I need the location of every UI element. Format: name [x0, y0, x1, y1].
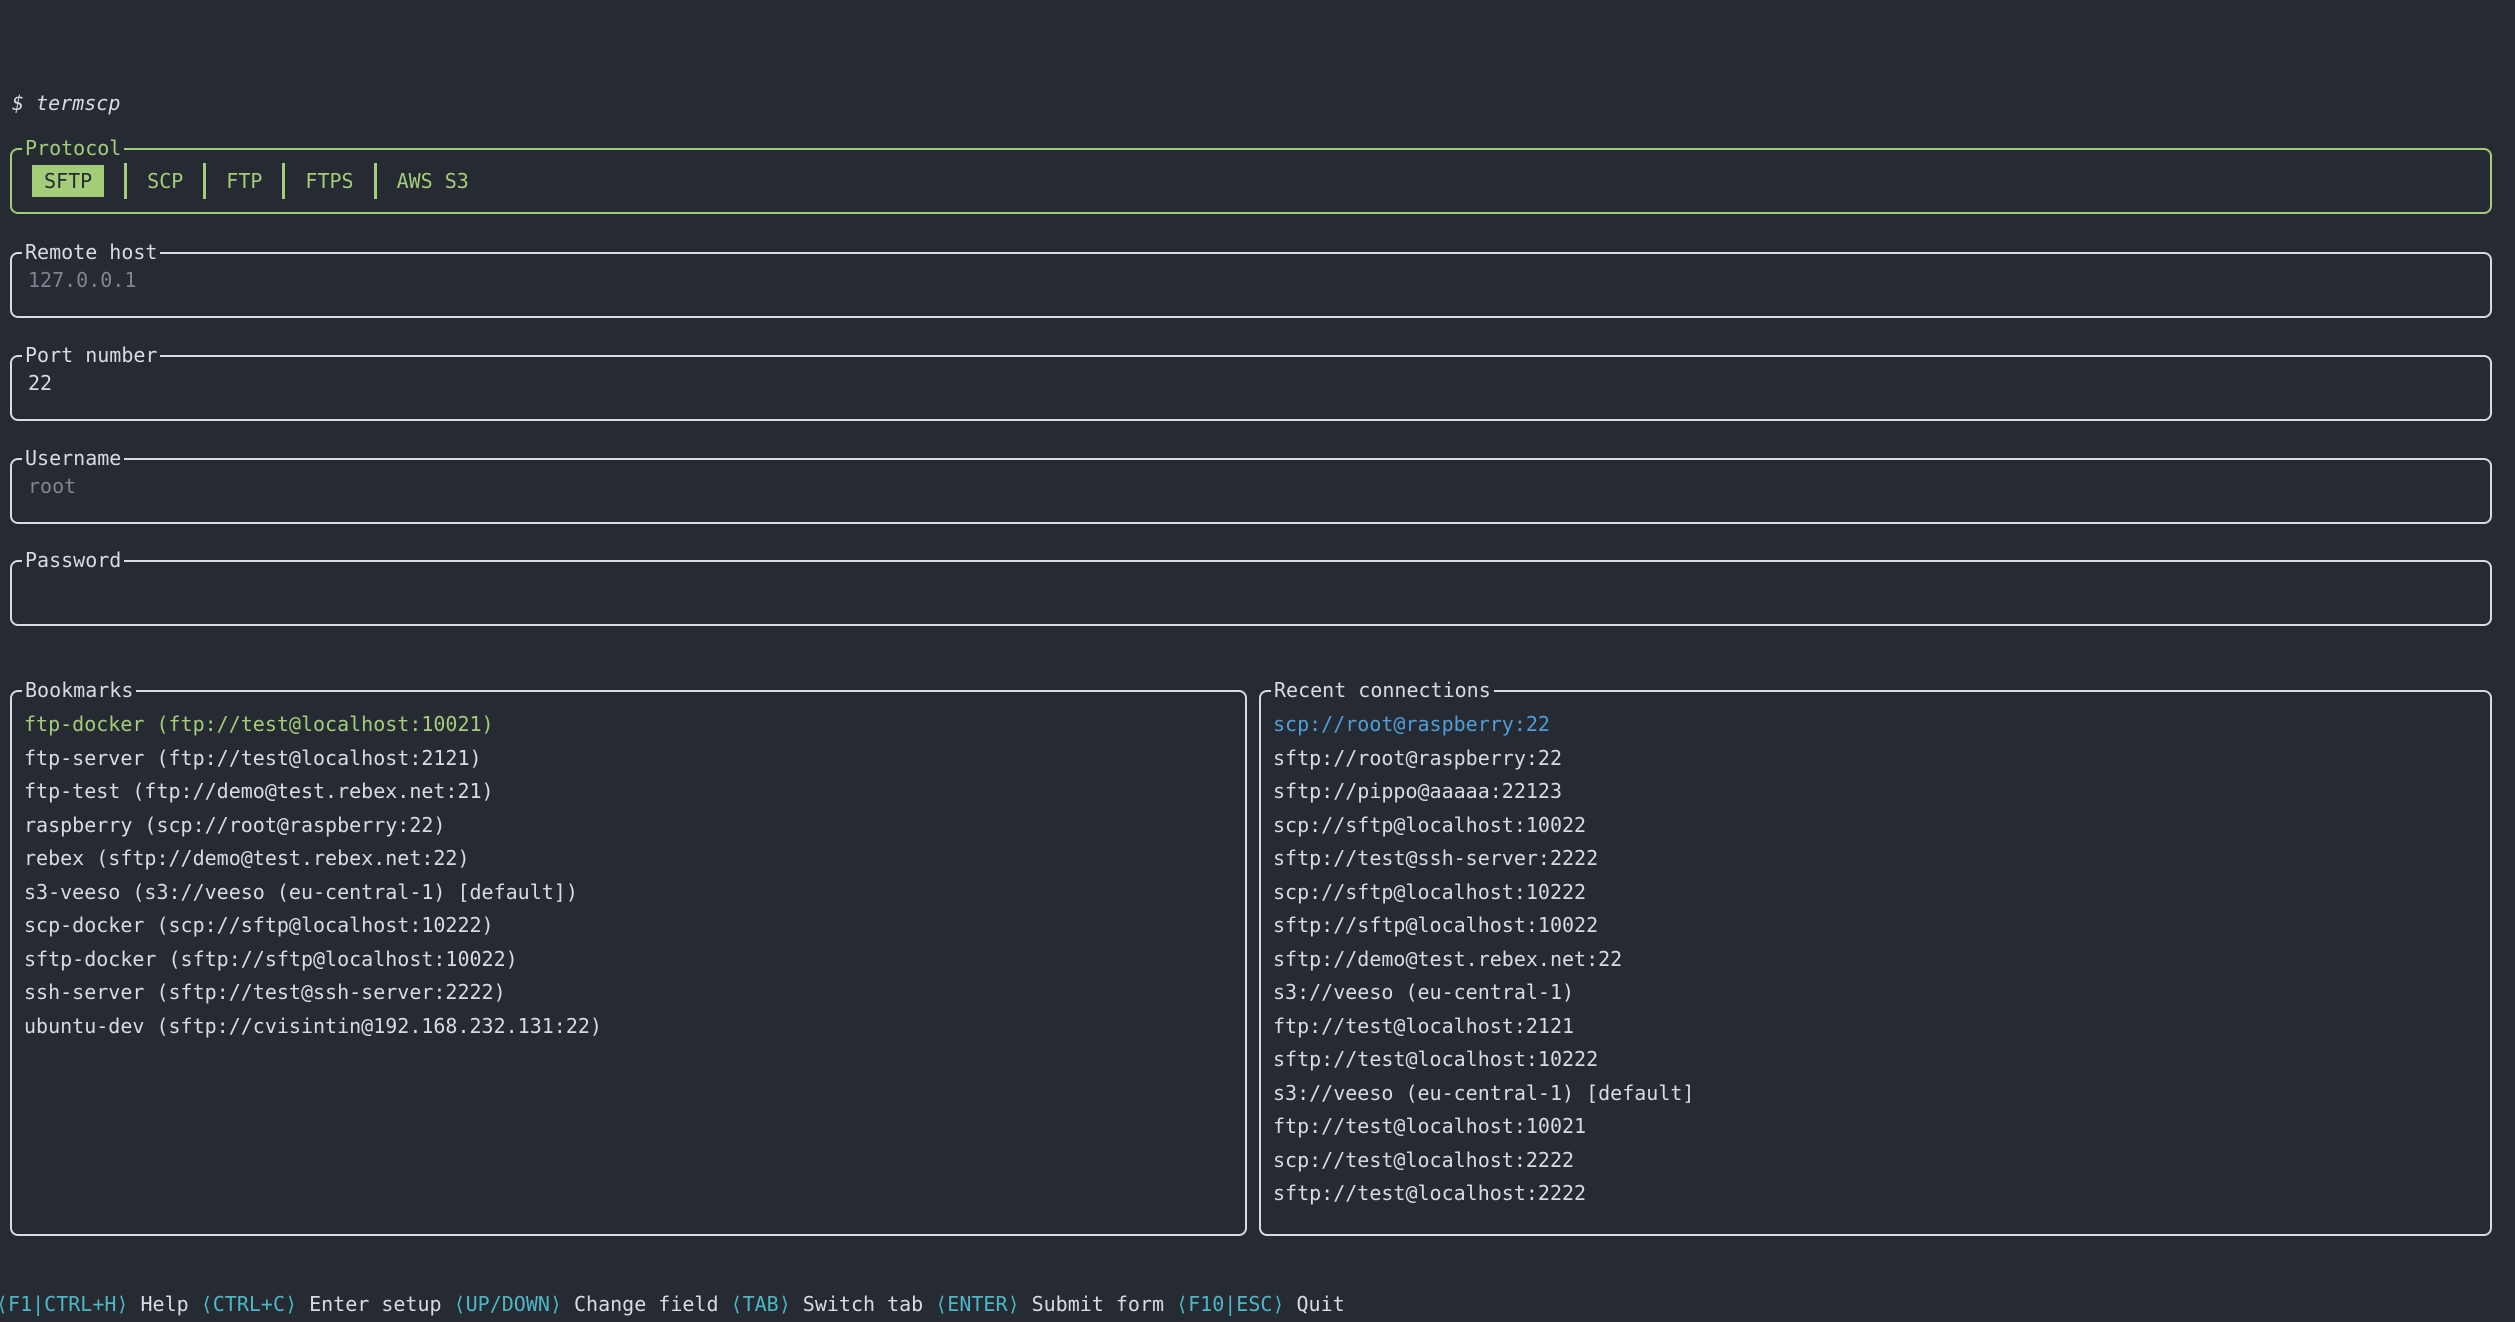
recent-connection-item[interactable]: sftp://pippo@aaaaa:22123 [1273, 775, 2484, 809]
recent-connection-item[interactable]: sftp://root@raspberry:22 [1273, 742, 2484, 776]
termscp-auth-screen: $ termscp $ version 0.8.0 Protocol SFTPS… [0, 0, 2515, 1322]
password-label: Password [22, 548, 124, 572]
help-keybar: ⟨F1|CTRL+H⟩ Help ⟨CTRL+C⟩ Enter setup ⟨U… [0, 1292, 1345, 1316]
password-input[interactable] [12, 562, 2490, 576]
help-key: ⟨F1|CTRL+H⟩ [0, 1292, 128, 1316]
bookmark-item[interactable]: ftp-docker (ftp://test@localhost:10021) [24, 708, 1239, 742]
bookmark-item[interactable]: s3-veeso (s3://veeso (eu-central-1) [def… [24, 876, 1239, 910]
recent-connection-item[interactable]: sftp://test@ssh-server:2222 [1273, 842, 2484, 876]
tab-divider [203, 163, 206, 199]
bookmarks-panel: Bookmarks ftp-docker (ftp://test@localho… [10, 690, 1247, 1236]
bookmark-item[interactable]: sftp-docker (sftp://sftp@localhost:10022… [24, 943, 1239, 977]
help-action: Submit form [1020, 1292, 1177, 1316]
protocol-tabs: SFTP SCP FTP FTPS AWS S3 [12, 150, 2490, 212]
bookmarks-label: Bookmarks [22, 678, 136, 702]
username-input[interactable]: root [12, 460, 2490, 498]
recent-connection-item[interactable]: sftp://test@localhost:2222 [1273, 1177, 2484, 1211]
bookmark-item[interactable]: ftp-test (ftp://demo@test.rebex.net:21) [24, 775, 1239, 809]
help-key: ⟨CTRL+C⟩ [201, 1292, 297, 1316]
recent-connections-list: scp://root@raspberry:22sftp://root@raspb… [1261, 692, 2490, 1234]
recent-connection-item[interactable]: sftp://sftp@localhost:10022 [1273, 909, 2484, 943]
bookmark-item[interactable]: ftp-server (ftp://test@localhost:2121) [24, 742, 1239, 776]
bookmarks-list: ftp-docker (ftp://test@localhost:10021)f… [12, 692, 1245, 1234]
port-number-label: Port number [22, 343, 160, 367]
prompt-line-1: $ termscp [12, 88, 193, 119]
protocol-tab-ftp[interactable]: FTP [226, 165, 262, 197]
recent-connection-item[interactable]: scp://root@raspberry:22 [1273, 708, 2484, 742]
recent-connections-panel: Recent connections scp://root@raspberry:… [1259, 690, 2492, 1236]
protocol-selector[interactable]: Protocol SFTPSCPFTPFTPSAWS S3 [10, 148, 2492, 214]
help-action: Enter setup [297, 1292, 454, 1316]
port-number-input[interactable]: 22 [12, 357, 2490, 395]
remote-host-label: Remote host [22, 240, 160, 264]
protocol-tab-scp[interactable]: SCP [147, 165, 183, 197]
protocol-tab-aws-s3[interactable]: AWS S3 [397, 165, 469, 197]
bookmark-item[interactable]: ssh-server (sftp://test@ssh-server:2222) [24, 976, 1239, 1010]
help-action: Change field [562, 1292, 731, 1316]
remote-host-input[interactable]: 127.0.0.1 [12, 254, 2490, 292]
username-field[interactable]: Username root [10, 458, 2492, 524]
recent-connection-item[interactable]: scp://sftp@localhost:10222 [1273, 876, 2484, 910]
username-label: Username [22, 446, 124, 470]
recent-connection-item[interactable]: sftp://demo@test.rebex.net:22 [1273, 943, 2484, 977]
password-field[interactable]: Password [10, 560, 2492, 626]
recent-connection-item[interactable]: sftp://test@localhost:10222 [1273, 1043, 2484, 1077]
recent-connection-item[interactable]: scp://test@localhost:2222 [1273, 1144, 2484, 1178]
recent-connection-item[interactable]: ftp://test@localhost:10021 [1273, 1110, 2484, 1144]
port-number-field[interactable]: Port number 22 [10, 355, 2492, 421]
help-key: ⟨UP/DOWN⟩ [454, 1292, 562, 1316]
recent-connection-item[interactable]: scp://sftp@localhost:10022 [1273, 809, 2484, 843]
bookmark-item[interactable]: ubuntu-dev (sftp://cvisintin@192.168.232… [24, 1010, 1239, 1044]
recent-connections-label: Recent connections [1271, 678, 1494, 702]
help-key: ⟨F10|ESC⟩ [1176, 1292, 1284, 1316]
help-action: Quit [1284, 1292, 1344, 1316]
recent-connection-item[interactable]: ftp://test@localhost:2121 [1273, 1010, 2484, 1044]
bookmark-item[interactable]: scp-docker (scp://sftp@localhost:10222) [24, 909, 1239, 943]
bookmark-item[interactable]: rebex (sftp://demo@test.rebex.net:22) [24, 842, 1239, 876]
help-action: Help [128, 1292, 200, 1316]
recent-connection-item[interactable]: s3://veeso (eu-central-1) [default] [1273, 1077, 2484, 1111]
tab-divider [374, 163, 377, 199]
remote-host-field[interactable]: Remote host 127.0.0.1 [10, 252, 2492, 318]
help-key: ⟨TAB⟩ [731, 1292, 791, 1316]
recent-connection-item[interactable]: s3://veeso (eu-central-1) [1273, 976, 2484, 1010]
protocol-tab-ftps[interactable]: FTPS [305, 165, 353, 197]
help-key: ⟨ENTER⟩ [935, 1292, 1019, 1316]
tab-divider [124, 163, 127, 199]
tab-divider [282, 163, 285, 199]
protocol-label: Protocol [22, 136, 124, 160]
help-action: Switch tab [791, 1292, 936, 1316]
protocol-tab-sftp[interactable]: SFTP [32, 165, 104, 197]
bookmark-item[interactable]: raspberry (scp://root@raspberry:22) [24, 809, 1239, 843]
